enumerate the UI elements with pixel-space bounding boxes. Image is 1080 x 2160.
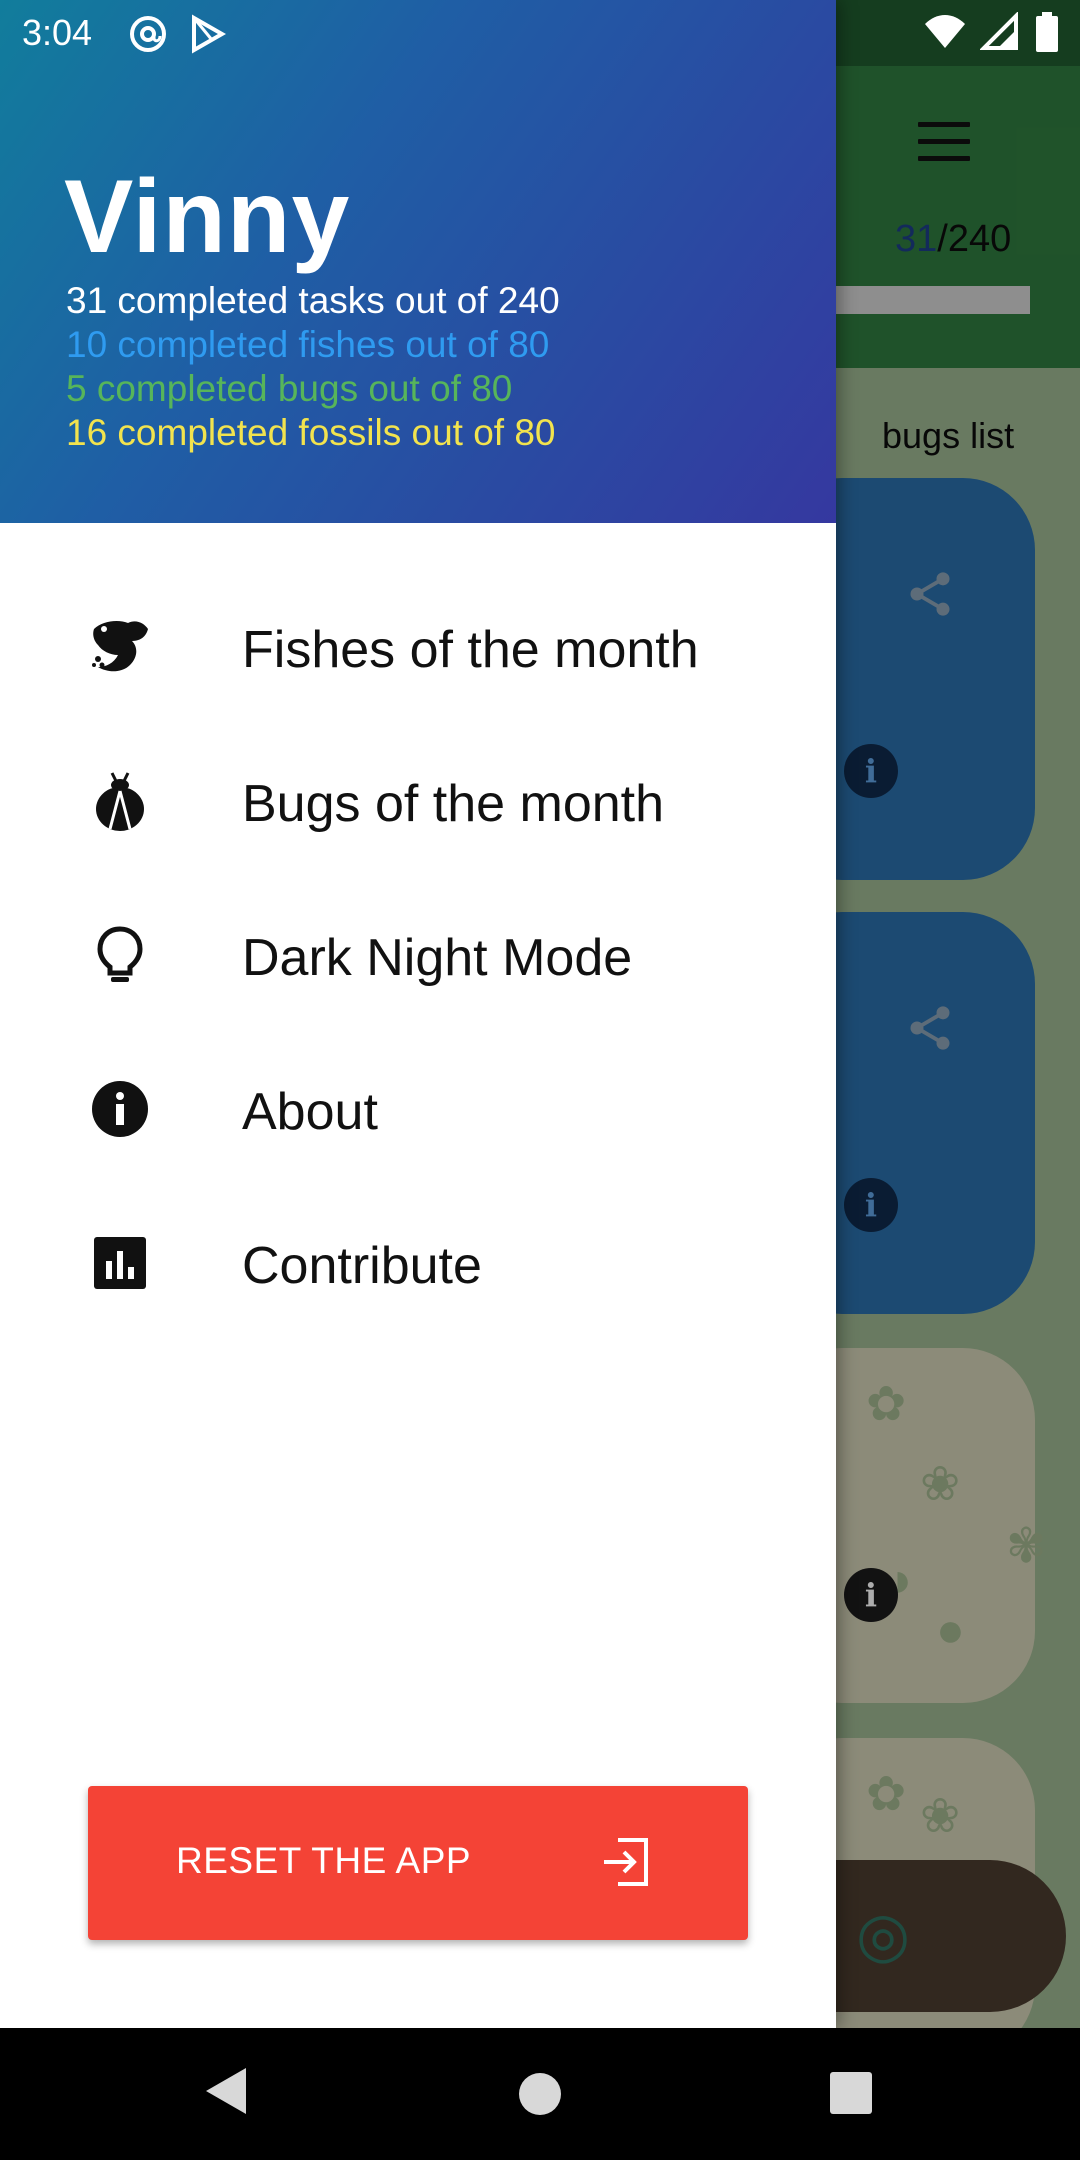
status-time: 3:04	[22, 12, 93, 53]
navigation-drawer: Vinny 31 completed tasks out of 240 10 c…	[0, 0, 836, 2028]
bug-icon	[96, 772, 144, 831]
home-icon[interactable]	[518, 2072, 562, 2116]
menu-item-label: About	[242, 1083, 378, 1141]
reset-app-button[interactable]: RESET THE APP	[88, 1786, 748, 1940]
info-icon	[92, 1081, 148, 1137]
at-sign-icon	[130, 16, 166, 52]
fish-icon	[92, 621, 148, 672]
user-name: Vinny	[64, 159, 351, 275]
menu-item-bugs-of-the-month[interactable]: Bugs of the month	[0, 724, 836, 874]
status-bar: 3:04	[0, 0, 1080, 66]
drawer-header: Vinny 31 completed tasks out of 240 10 c…	[0, 0, 836, 523]
menu-item-label: Dark Night Mode	[242, 929, 633, 987]
battery-icon	[1036, 12, 1058, 52]
exit-icon	[604, 1838, 648, 1886]
wifi-icon	[925, 15, 966, 48]
lightbulb-icon	[97, 926, 143, 982]
menu-item-label: Bugs of the month	[242, 775, 665, 833]
status-icons-right	[923, 11, 1058, 57]
bugs-stat: 5 completed bugs out of 80	[66, 368, 513, 409]
status-icons-left	[128, 14, 227, 59]
play-store-icon	[192, 14, 227, 54]
navigation-bar	[0, 2028, 1080, 2160]
signal-icon	[978, 11, 1018, 50]
menu-item-contribute[interactable]: Contribute	[0, 1186, 836, 1336]
menu-item-label: Contribute	[242, 1237, 482, 1295]
back-icon[interactable]	[204, 2066, 248, 2116]
fossils-stat: 16 completed fossils out of 80	[66, 412, 556, 453]
tasks-stat: 31 completed tasks out of 240	[66, 280, 560, 321]
fishes-stat: 10 completed fishes out of 80	[66, 324, 550, 365]
reset-button-label: RESET THE APP	[176, 1840, 472, 1881]
menu-item-fishes-of-the-month[interactable]: Fishes of the month	[0, 570, 836, 720]
menu-item-dark-night-mode[interactable]: Dark Night Mode	[0, 878, 836, 1028]
menu-item-about[interactable]: About	[0, 1032, 836, 1182]
menu-item-label: Fishes of the month	[242, 621, 699, 679]
recents-icon[interactable]	[830, 2072, 872, 2114]
chart-icon	[94, 1237, 146, 1289]
